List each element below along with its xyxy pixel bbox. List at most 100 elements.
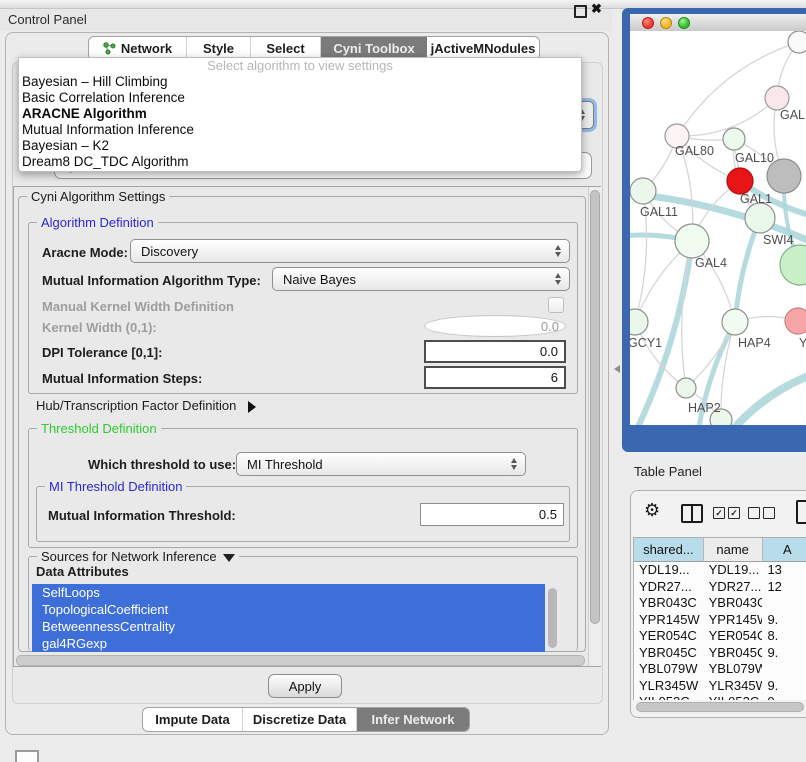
- settings-vertical-scrollbar-thumb[interactable]: [590, 190, 600, 624]
- data-attribute-item[interactable]: BetweennessCentrality: [32, 618, 545, 635]
- table-cell[interactable]: 13: [762, 562, 806, 579]
- network-graph[interactable]: GALGAL80GAL10GAL1GAL11SWI4GAL4GCY1HAP4YH…: [630, 31, 806, 425]
- data-attribute-item[interactable]: gal4RGexp: [32, 635, 545, 652]
- network-node[interactable]: [745, 203, 775, 233]
- table-cell[interactable]: YBR043C: [634, 595, 704, 612]
- split-view-icon[interactable]: [681, 504, 703, 523]
- network-node[interactable]: [675, 224, 709, 258]
- algorithm-popup-item[interactable]: Bayesian – K2: [19, 138, 581, 154]
- data-attributes-list[interactable]: SelfLoopsTopologicalCoefficientBetweenne…: [32, 584, 545, 652]
- table-cell[interactable]: YBL079W: [634, 661, 704, 678]
- network-node[interactable]: [780, 245, 806, 285]
- column-header-name[interactable]: name: [704, 538, 763, 562]
- algorithm-popup-item[interactable]: Dream8 DC_TDC Algorithm: [19, 154, 581, 170]
- manual-kernel-checkbox[interactable]: [548, 297, 564, 313]
- mi-type-combobox[interactable]: Naive Bayes: [272, 267, 570, 291]
- network-node[interactable]: [765, 86, 789, 110]
- network-edge[interactable]: [730, 373, 806, 425]
- unchecked-checkbox-icon[interactable]: [748, 507, 760, 519]
- table-cell[interactable]: YER054C: [634, 628, 704, 645]
- table-row[interactable]: YDR27...YDR27...12: [634, 579, 806, 596]
- table-cell[interactable]: YBR045C: [704, 645, 763, 662]
- gear-icon[interactable]: ⚙: [644, 500, 660, 521]
- tab-discretize-data[interactable]: Discretize Data: [243, 708, 357, 731]
- hub-definition-expander[interactable]: Hub/Transcription Factor Definition: [36, 398, 256, 413]
- docked-panel-icon[interactable]: [15, 750, 39, 762]
- table-cell[interactable]: YBL079W: [704, 661, 763, 678]
- mi-type-value: Naive Bayes: [283, 272, 356, 287]
- mi-steps-field[interactable]: 6: [424, 366, 566, 389]
- unchecked-checkbox-icon[interactable]: [763, 507, 775, 519]
- table-row[interactable]: YLR345WYLR345W9.: [634, 678, 806, 695]
- table-row[interactable]: YIL052CYIL052C9: [634, 694, 806, 700]
- table-cell[interactable]: 8.: [762, 628, 806, 645]
- close-icon[interactable]: ✖: [591, 1, 602, 17]
- file-icon[interactable]: [796, 500, 806, 524]
- tab-impute-data[interactable]: Impute Data: [143, 708, 243, 731]
- table-cell[interactable]: YBR045C: [634, 645, 704, 662]
- network-node[interactable]: [630, 178, 656, 204]
- table-cell[interactable]: 12: [762, 579, 806, 596]
- checked-checkbox-icon[interactable]: ✓: [713, 507, 725, 519]
- which-threshold-combobox[interactable]: MI Threshold: [236, 452, 526, 476]
- panel-divider-collapse-icon[interactable]: [614, 365, 620, 373]
- table-cell[interactable]: YPR145W: [634, 612, 704, 629]
- table-cell[interactable]: YDL19...: [704, 562, 763, 579]
- table-row[interactable]: YPR145WYPR145W9.: [634, 612, 806, 629]
- zoom-traffic-light-icon[interactable]: [678, 17, 690, 29]
- tab-impute-data-label: Impute Data: [155, 712, 229, 727]
- mi-threshold-field[interactable]: 0.5: [420, 503, 564, 526]
- table-cell[interactable]: [762, 595, 806, 612]
- table-cell[interactable]: YIL052C: [634, 694, 704, 700]
- algorithm-popup-item[interactable]: Bayesian – Hill Climbing: [19, 74, 581, 90]
- network-canvas[interactable]: GALGAL80GAL10GAL1GAL11SWI4GAL4GCY1HAP4YH…: [630, 31, 806, 425]
- apply-button[interactable]: Apply: [268, 674, 342, 698]
- column-header-shared-name[interactable]: shared...: [634, 538, 704, 562]
- dpi-tolerance-field[interactable]: 0.0: [424, 340, 566, 363]
- table-horizontal-scrollbar-thumb[interactable]: [636, 702, 804, 712]
- kernel-width-field[interactable]: 0.0: [424, 315, 566, 337]
- algorithm-popup-item[interactable]: Mutual Information Inference: [19, 122, 581, 138]
- aracne-mode-combobox[interactable]: Discovery: [130, 239, 570, 263]
- table-row[interactable]: YBR043CYBR043C: [634, 595, 806, 612]
- attributes-list-scrollbar-thumb[interactable]: [548, 588, 557, 648]
- table-cell[interactable]: 9.: [762, 612, 806, 629]
- minimize-traffic-light-icon[interactable]: [660, 17, 672, 29]
- network-window-titlebar[interactable]: [630, 14, 806, 32]
- table-row[interactable]: YBR045CYBR045C9.: [634, 645, 806, 662]
- data-attribute-item[interactable]: SelfLoops: [32, 584, 545, 601]
- close-traffic-light-icon[interactable]: [642, 17, 654, 29]
- table-cell[interactable]: YDL19...: [634, 562, 704, 579]
- table-cell[interactable]: 9.: [762, 645, 806, 662]
- data-attribute-item[interactable]: TopologicalCoefficient: [32, 601, 545, 618]
- network-node[interactable]: [630, 309, 648, 335]
- table-cell[interactable]: YDR27...: [704, 579, 763, 596]
- table-cell[interactable]: YDR27...: [634, 579, 704, 596]
- network-node[interactable]: [788, 31, 806, 53]
- table-row[interactable]: YBL079WYBL079W: [634, 661, 806, 678]
- table-row[interactable]: YDL19...YDL19...13: [634, 562, 806, 579]
- network-node[interactable]: [676, 378, 696, 398]
- table-cell[interactable]: YLR345W: [704, 678, 763, 695]
- table-cell[interactable]: YIL052C: [704, 694, 763, 700]
- table-cell[interactable]: 9: [762, 694, 806, 700]
- network-node[interactable]: [727, 168, 753, 194]
- table-row[interactable]: YER054CYER054C8.: [634, 628, 806, 645]
- algorithm-popup-item[interactable]: ARACNE Algorithm: [19, 106, 581, 122]
- tab-infer-network[interactable]: Infer Network: [357, 708, 469, 731]
- column-header-third[interactable]: A: [763, 538, 806, 562]
- table-cell[interactable]: YPR145W: [704, 612, 763, 629]
- settings-horizontal-scrollbar-thumb[interactable]: [16, 655, 585, 666]
- network-edge[interactable]: [735, 218, 760, 322]
- network-node[interactable]: [723, 128, 745, 150]
- network-node[interactable]: [722, 309, 748, 335]
- table-cell[interactable]: YLR345W: [634, 678, 704, 695]
- table-cell[interactable]: 9.: [762, 678, 806, 695]
- algorithm-popup-item[interactable]: Basic Correlation Inference: [19, 90, 581, 106]
- table-cell[interactable]: [762, 661, 806, 678]
- network-node[interactable]: [785, 308, 806, 334]
- float-window-icon[interactable]: [574, 5, 587, 18]
- table-cell[interactable]: YER054C: [704, 628, 763, 645]
- checked-checkbox-icon[interactable]: ✓: [728, 507, 740, 519]
- table-cell[interactable]: YBR043C: [704, 595, 763, 612]
